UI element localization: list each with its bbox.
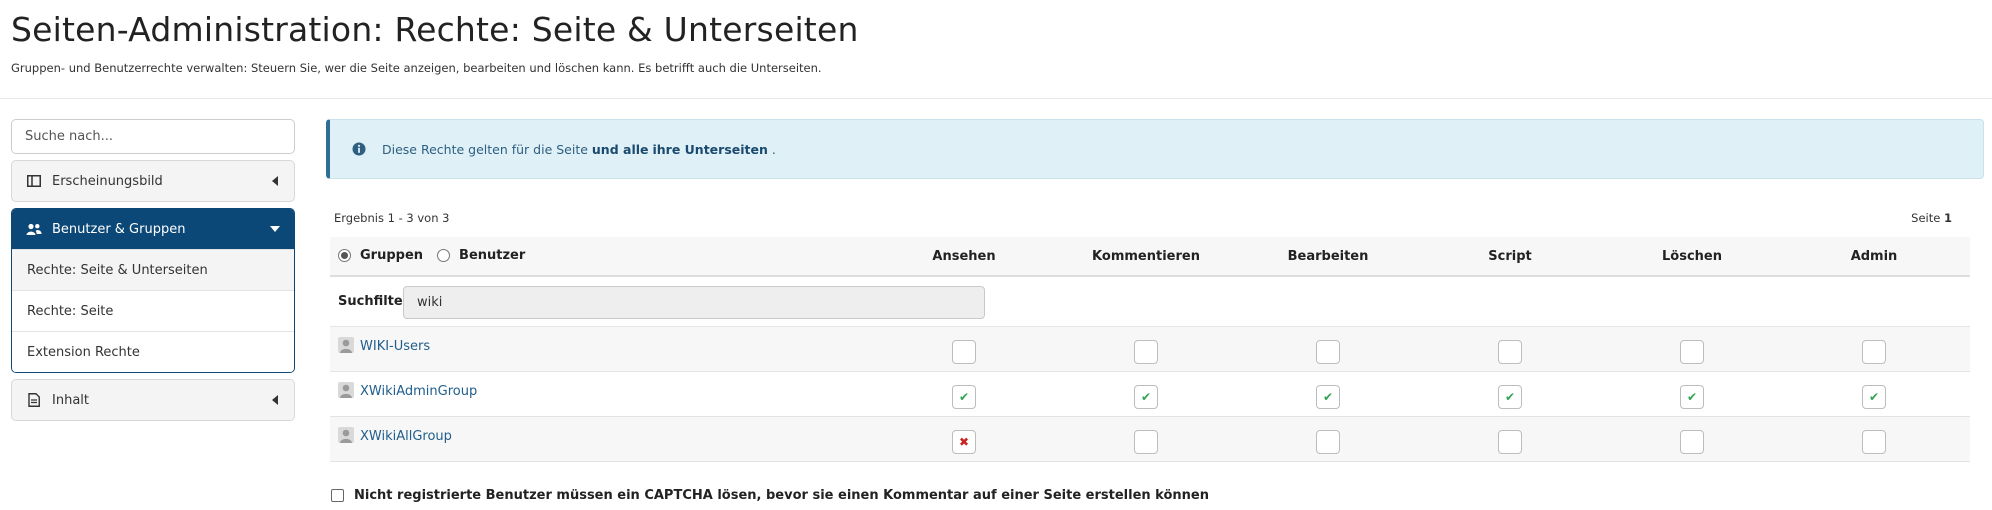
page-header: Seiten-Administration: Rechte: Seite & U… — [0, 0, 1992, 99]
column-header-view: Ansehen — [932, 249, 996, 264]
page-subtitle: Gruppen- und Benutzerrechte verwalten: S… — [11, 61, 822, 75]
caret-left-icon — [270, 395, 280, 405]
sidebar-subitem-rights-page[interactable]: Rechte: Seite — [12, 290, 294, 331]
page-title: Seiten-Administration: Rechte: Seite & U… — [11, 10, 859, 49]
right-checkbox-comment[interactable] — [1134, 340, 1158, 364]
admin-sidebar: Erscheinungsbild Benutzer & Gruppen Rech… — [11, 119, 295, 421]
right-checkbox-comment[interactable]: ✔ — [1134, 385, 1158, 409]
right-checkbox-view[interactable] — [952, 340, 976, 364]
sidebar-item-label: Benutzer & Gruppen — [52, 221, 186, 237]
right-checkbox-script[interactable] — [1498, 430, 1522, 454]
check-icon: ✔ — [1868, 390, 1880, 404]
sidebar-item-appearance[interactable]: Erscheinungsbild — [12, 161, 294, 201]
captcha-option: Nicht registrierte Benutzer müssen ein C… — [331, 488, 1209, 503]
table-header: Gruppen Benutzer Ansehen Kommentieren Be… — [330, 237, 1970, 277]
document-icon — [26, 392, 42, 408]
right-checkbox-script[interactable] — [1498, 340, 1522, 364]
table-row: XWikiAdminGroup ✔ ✔ ✔ ✔ ✔ ✔ — [330, 372, 1970, 417]
info-circle-icon — [352, 142, 366, 156]
check-icon: ✔ — [958, 390, 970, 404]
right-checkbox-edit[interactable] — [1316, 430, 1340, 454]
group-name-link[interactable]: WIKI-Users — [360, 339, 430, 354]
table-row: XWikiAllGroup ✖ — [330, 417, 1970, 462]
check-icon: ✔ — [1504, 390, 1516, 404]
group-name-link[interactable]: XWikiAllGroup — [360, 429, 452, 444]
table-row: WIKI-Users — [330, 327, 1970, 372]
filter-row: Suchfilter: — [330, 277, 1970, 327]
right-checkbox-delete[interactable] — [1680, 340, 1704, 364]
info-alert: Diese Rechte gelten für die Seite und al… — [326, 119, 1984, 179]
right-checkbox-script[interactable]: ✔ — [1498, 385, 1522, 409]
check-icon: ✔ — [1140, 390, 1152, 404]
table-body: WIKI-Users XWikiAdminGroup ✔ ✔ ✔ ✔ ✔ ✔ XWikiAllG… — [330, 327, 1970, 462]
right-checkbox-view[interactable]: ✔ — [952, 385, 976, 409]
radio-users-label: Benutzer — [459, 248, 526, 263]
sidebar-item-label: Erscheinungsbild — [52, 173, 163, 189]
group-name-link[interactable]: XWikiAdminGroup — [360, 384, 477, 399]
alert-text: Diese Rechte gelten für die Seite — [382, 141, 588, 157]
users-icon — [26, 221, 42, 237]
layout-columns-icon — [26, 173, 42, 189]
column-header-edit: Bearbeiten — [1287, 249, 1369, 264]
sidebar-subitem-rights-page-subpages[interactable]: Rechte: Seite & Unterseiten — [12, 249, 294, 290]
sidebar-search-input[interactable] — [11, 119, 295, 154]
sidebar-panel-content: Inhalt — [11, 379, 295, 421]
right-checkbox-delete[interactable] — [1680, 430, 1704, 454]
group-avatar-icon — [338, 382, 354, 398]
sidebar-item-label: Inhalt — [52, 392, 89, 408]
filter-input[interactable] — [403, 286, 985, 319]
column-header-admin: Admin — [1850, 249, 1898, 264]
alert-text-emphasis: ihre Unterseiten — [652, 141, 768, 157]
right-checkbox-edit[interactable] — [1316, 340, 1340, 364]
radio-groups[interactable] — [338, 249, 351, 262]
right-checkbox-comment[interactable] — [1134, 430, 1158, 454]
alert-text-end: . — [771, 141, 776, 157]
pagination-info: Seite 1 — [1911, 211, 1952, 225]
caret-down-icon — [270, 224, 280, 234]
radio-users[interactable] — [437, 249, 451, 262]
deny-x-icon: ✖ — [958, 435, 970, 449]
page-number: 1 — [1943, 211, 1952, 225]
right-checkbox-admin[interactable] — [1862, 430, 1886, 454]
right-checkbox-edit[interactable]: ✔ — [1316, 385, 1340, 409]
sidebar-item-content[interactable]: Inhalt — [12, 380, 294, 420]
right-checkbox-admin[interactable] — [1862, 340, 1886, 364]
sidebar-subitem-extension-rights[interactable]: Extension Rechte — [12, 331, 294, 372]
right-checkbox-view[interactable]: ✖ — [952, 430, 976, 454]
sidebar-panel-users-groups: Benutzer & Gruppen Rechte: Seite & Unter… — [11, 208, 295, 373]
alert-text-emphasis: und alle — [591, 141, 649, 157]
page-label: Seite — [1911, 211, 1941, 225]
radio-groups-label: Gruppen — [360, 248, 424, 263]
group-user-toggle: Gruppen Benutzer — [338, 248, 525, 263]
right-checkbox-delete[interactable]: ✔ — [1680, 385, 1704, 409]
captcha-label: Nicht registrierte Benutzer müssen ein C… — [354, 488, 1209, 503]
column-header-script: Script — [1488, 249, 1532, 264]
check-icon: ✔ — [1322, 390, 1334, 404]
caret-left-icon — [270, 176, 280, 186]
results-summary: Ergebnis 1 - 3 von 3 — [334, 211, 450, 225]
group-avatar-icon — [338, 427, 354, 443]
group-avatar-icon — [338, 337, 354, 353]
column-header-delete: Löschen — [1662, 249, 1722, 264]
rights-table: Gruppen Benutzer Ansehen Kommentieren Be… — [330, 237, 1970, 462]
right-checkbox-admin[interactable]: ✔ — [1862, 385, 1886, 409]
check-icon: ✔ — [1686, 390, 1698, 404]
column-header-comment: Kommentieren — [1092, 249, 1200, 264]
captcha-checkbox[interactable] — [331, 489, 344, 502]
sidebar-panel-appearance: Erscheinungsbild — [11, 160, 295, 202]
sidebar-item-users-groups[interactable]: Benutzer & Gruppen — [12, 209, 294, 249]
